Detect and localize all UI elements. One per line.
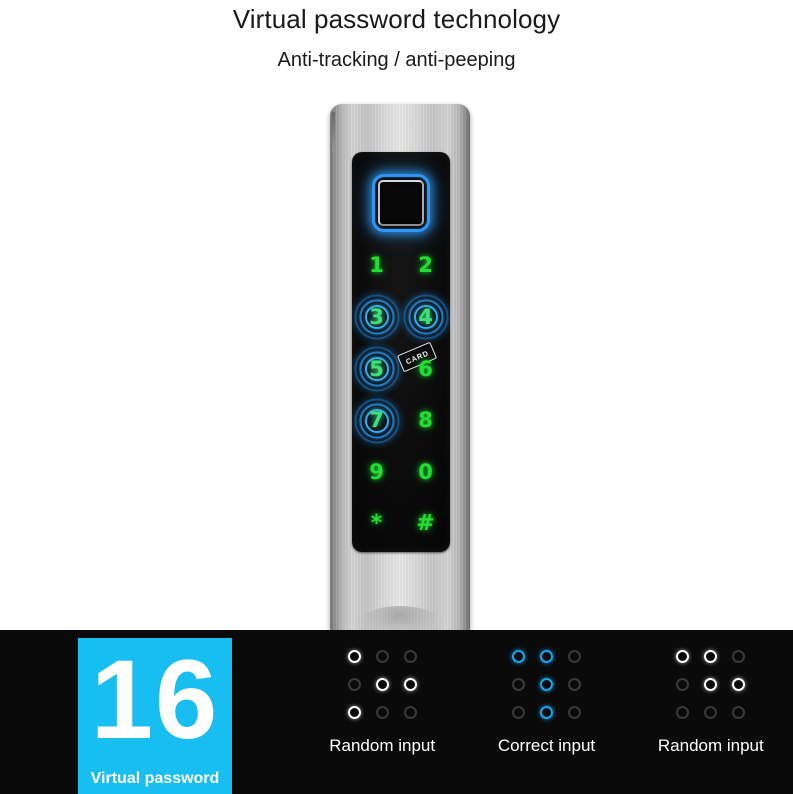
keypad-key-label: 4: [418, 304, 433, 329]
dot-grid: [340, 642, 424, 726]
dot-grid: [669, 642, 753, 726]
fingerprint-sensor-inner: [378, 180, 424, 226]
dot-active: [375, 677, 389, 691]
badge-caption: Virtual password: [90, 770, 220, 787]
dot-active: [704, 649, 718, 663]
dot-active: [539, 705, 553, 719]
dot-active: [539, 677, 553, 691]
fingerprint-sensor-icon[interactable]: [372, 174, 430, 232]
dot-active: [539, 649, 553, 663]
keypad-key-label: #: [416, 511, 435, 537]
keypad-key-label: *: [370, 511, 383, 537]
dot-active: [732, 677, 746, 691]
dot-inactive: [732, 705, 746, 719]
keypad-key-label: 3: [369, 304, 384, 329]
keypad-key-4[interactable]: 4: [403, 294, 448, 340]
page-subtitle: Anti-tracking / anti-peeping: [277, 49, 516, 71]
keypad-key-label: 1: [369, 253, 384, 278]
keypad-key-label: 7: [369, 408, 384, 433]
keypad-key-label: 5: [369, 356, 384, 381]
dot-inactive: [676, 677, 690, 691]
dot-inactive: [403, 705, 417, 719]
dot-inactive: [732, 649, 746, 663]
smart-door-lock-body: 1 2 3 4 5 6 7 8 9 0 * # CARD: [330, 104, 470, 650]
dot-active: [704, 677, 718, 691]
dot-inactive: [676, 705, 690, 719]
keypad-key-star[interactable]: *: [356, 503, 398, 545]
input-pattern-groups: Random input Correct input Random input: [300, 642, 793, 792]
dot-inactive: [704, 705, 718, 719]
dot-inactive: [375, 649, 389, 663]
input-pattern-group: Random input: [636, 642, 786, 756]
dot-inactive: [375, 705, 389, 719]
keypad-key-7[interactable]: 7: [354, 398, 399, 444]
keypad-key-label: 0: [418, 459, 433, 484]
keypad-key-label: 9: [369, 459, 384, 484]
keypad-key-label: 6: [418, 356, 433, 381]
input-pattern-label: Correct input: [497, 736, 596, 755]
virtual-password-badge: 16 Virtual password: [78, 638, 232, 794]
dot-active: [347, 705, 361, 719]
numeric-keypad: 1 2 3 4 5 6 7 8 9 0 * #: [352, 240, 450, 550]
dot-inactive: [567, 705, 581, 719]
dot-inactive: [511, 677, 525, 691]
input-pattern-label: Random input: [657, 736, 764, 755]
keypad-key-9[interactable]: 9: [356, 451, 398, 493]
keypad-key-5[interactable]: 5: [354, 346, 399, 392]
dot-active: [511, 649, 525, 663]
page-title: Virtual password technology: [232, 4, 561, 34]
dot-inactive: [567, 677, 581, 691]
dot-active: [403, 677, 417, 691]
keypad-key-0[interactable]: 0: [405, 451, 447, 493]
keypad-key-1[interactable]: 1: [356, 245, 398, 287]
keypad-key-label: 2: [418, 253, 433, 278]
input-pattern-group: Random input: [307, 642, 457, 756]
dot-active: [347, 649, 361, 663]
keypad-key-3[interactable]: 3: [354, 294, 399, 340]
keypad-glass-panel: 1 2 3 4 5 6 7 8 9 0 * # CARD: [352, 152, 450, 552]
badge-number: 16: [90, 637, 220, 762]
keypad-key-label: 8: [418, 408, 433, 433]
dot-grid: [504, 642, 588, 726]
dot-inactive: [347, 677, 361, 691]
keypad-key-8[interactable]: 8: [405, 400, 447, 442]
lock-side-notch: [332, 112, 335, 152]
dot-inactive: [403, 649, 417, 663]
keypad-key-2[interactable]: 2: [405, 245, 447, 287]
keypad-key-hash[interactable]: #: [405, 503, 447, 545]
heading-block: Virtual password technology Anti-trackin…: [0, 0, 793, 72]
input-pattern-label: Random input: [329, 736, 436, 755]
input-pattern-group: Correct input: [471, 642, 621, 756]
dot-inactive: [567, 649, 581, 663]
dot-inactive: [511, 705, 525, 719]
dot-active: [676, 649, 690, 663]
bottom-banner: 16 Virtual password Random input Correct …: [0, 630, 793, 794]
